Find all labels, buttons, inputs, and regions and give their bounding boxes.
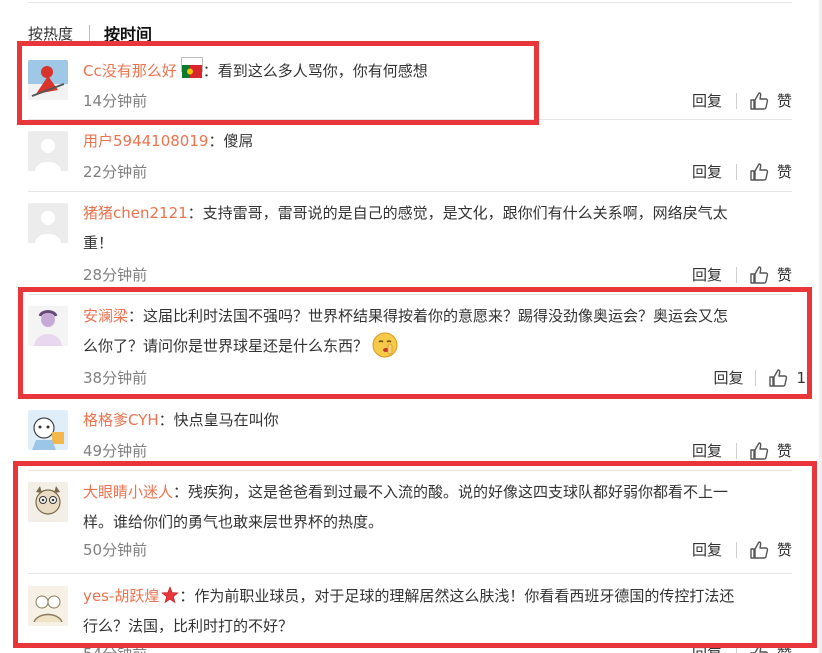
reply-button[interactable]: 回复: [692, 643, 722, 653]
comment-text: 格格爹CYH：快点皇马在叫你: [83, 405, 792, 435]
comment-username[interactable]: 猪猪chen2121: [83, 204, 188, 222]
avatar[interactable]: [28, 60, 68, 100]
thumbs-up-icon[interactable]: [749, 265, 769, 285]
comment-item: 猪猪chen2121：支持雷哥，雷哥说的是自己的感觉，是文化，跟你们有什么关系啊…: [28, 203, 792, 295]
comment-item: 安澜梁：这届比利时法国不强吗？世界杯结果得按着你的意愿来？踢得没劲像奥运会？奥运…: [28, 306, 806, 398]
like-count[interactable]: 1: [796, 369, 806, 387]
avatar[interactable]: [28, 410, 68, 450]
comment-item: Cc没有那么好 ：看到这么多人骂你，你有何感想 14分钟前 回复 赞: [28, 57, 792, 120]
comment-time: 38分钟前: [83, 369, 148, 387]
comment-item: 大眼睛小迷人：残疾狗，这是爸爸看到过最不入流的酸。说的好像这四支球队都好弱你都看…: [28, 482, 792, 574]
comment-divider: [28, 470, 792, 471]
comment-time: 50分钟前: [83, 541, 148, 559]
comment-item: 用户5944108019：傻屌 22分钟前 回复 赞: [28, 131, 792, 192]
comment-time: 28分钟前: [83, 266, 148, 284]
comment-text: 用户5944108019：傻屌: [83, 126, 792, 156]
comment-body: ：快点皇马在叫你: [158, 411, 279, 429]
action-separator: [735, 442, 737, 459]
thumbs-up-icon[interactable]: [749, 540, 769, 560]
comment-username[interactable]: 用户5944108019: [83, 132, 208, 150]
reply-button[interactable]: 回复: [692, 90, 722, 111]
comment-username[interactable]: yes-胡跃煌: [83, 587, 159, 605]
like-button[interactable]: 赞: [777, 161, 792, 182]
comment-time: 49分钟前: [83, 442, 148, 460]
reply-button[interactable]: 回复: [713, 367, 743, 388]
comment-actions: 回复 1: [713, 367, 806, 388]
thumbs-up-icon[interactable]: [749, 441, 769, 461]
comment-body-line2: 行么？法国，比利时打的不好？: [83, 617, 294, 635]
comment-divider: [28, 119, 792, 120]
action-separator: [735, 92, 737, 109]
comment-item: yes-胡跃煌 ：作为前职业球员，对于足球的理解居然这么肤浅！你看看西班牙德国的传…: [28, 586, 792, 653]
comment-body-line2: 样。谁给你们的勇气也敢来层世界杯的热度。: [83, 513, 384, 531]
comment-username[interactable]: 格格爹CYH: [83, 411, 159, 429]
like-button[interactable]: 赞: [777, 440, 792, 461]
comment-divider: [28, 294, 792, 295]
sort-separator: [89, 25, 91, 41]
comment-time: 22分钟前: [83, 163, 148, 181]
comment-body: ：看到这么多人骂你，你有何感想: [202, 62, 428, 80]
comment-actions: 回复 赞: [692, 539, 792, 560]
comment-divider: [28, 573, 792, 574]
thumbs-up-icon[interactable]: [768, 368, 788, 388]
thumbs-up-icon[interactable]: [749, 162, 769, 182]
portugal-flag-icon: [180, 57, 203, 78]
thumbs-up-icon[interactable]: [749, 91, 769, 111]
comment-body: ：支持雷哥，雷哥说的是自己的感觉，是文化，跟你们有什么关系啊，网络戾气太: [187, 204, 728, 222]
comment-username[interactable]: 大眼睛小迷人: [83, 483, 173, 501]
comment-text: 猪猪chen2121：支持雷哥，雷哥说的是自己的感觉，是文化，跟你们有什么关系啊…: [83, 198, 792, 258]
top-divider: [28, 2, 792, 3]
comment-divider: [28, 191, 792, 192]
sort-by-time-tab[interactable]: 按时间: [104, 21, 152, 45]
comment-text: 大眼睛小迷人：残疾狗，这是爸爸看到过最不入流的酸。说的好像这四支球队都好弱你都看…: [83, 477, 792, 537]
action-separator: [735, 541, 737, 558]
avatar[interactable]: [28, 482, 68, 522]
comment-time: 54分钟前: [83, 643, 147, 653]
action-separator: [735, 163, 737, 180]
comment-actions: 回复 赞: [692, 264, 792, 285]
comment-body-line2: 么你了？请问你是世界球星还是什么东西？: [83, 337, 369, 355]
comment-username[interactable]: 安澜梁: [83, 307, 128, 325]
comment-username[interactable]: Cc没有那么好: [83, 62, 177, 80]
avatar[interactable]: [28, 586, 68, 626]
comment-body: ：这届比利时法国不强吗？世界杯结果得按着你的意愿来？踢得没劲像奥运会？奥运会又怎: [128, 307, 729, 325]
thumbs-up-icon[interactable]: [749, 644, 769, 653]
sort-by-hot-tab[interactable]: 按热度: [28, 23, 73, 44]
like-button[interactable]: 赞: [777, 264, 792, 285]
action-separator: [755, 369, 757, 386]
comment-body: ：残疾狗，这是爸爸看到过最不入流的酸。说的好像这四支球队都好弱你都看不上一: [173, 483, 729, 501]
reply-button[interactable]: 回复: [692, 161, 722, 182]
avatar[interactable]: [28, 306, 68, 346]
comment-text: Cc没有那么好 ：看到这么多人骂你，你有何感想: [83, 56, 792, 86]
sort-bar: 按热度 按时间: [28, 21, 152, 45]
avatar[interactable]: [28, 131, 68, 171]
comment-body-line2: 重！: [83, 234, 114, 252]
comment-item: 格格爹CYH：快点皇马在叫你 49分钟前 回复 赞: [28, 410, 792, 471]
like-button[interactable]: 赞: [777, 643, 792, 653]
reply-button[interactable]: 回复: [692, 264, 722, 285]
red-star-icon: [161, 586, 180, 604]
avatar[interactable]: [28, 203, 68, 243]
like-button[interactable]: 赞: [777, 539, 792, 560]
comment-time: 14分钟前: [83, 92, 148, 110]
comment-text: 安澜梁：这届比利时法国不强吗？世界杯结果得按着你的意愿来？踢得没劲像奥运会？奥运…: [83, 301, 792, 361]
comment-text: yes-胡跃煌 ：作为前职业球员，对于足球的理解居然这么肤浅！你看看西班牙德国的传…: [83, 586, 792, 641]
action-separator: [735, 266, 737, 283]
reply-button[interactable]: 回复: [692, 539, 722, 560]
comment-divider: [28, 397, 792, 398]
reply-button[interactable]: 回复: [692, 440, 722, 461]
comment-body: ：傻屌: [208, 132, 254, 150]
shush-emoji-icon: [372, 332, 398, 358]
comment-actions: 回复 赞: [692, 643, 792, 653]
like-button[interactable]: 赞: [777, 90, 792, 111]
comment-actions: 回复 赞: [692, 161, 792, 182]
action-separator: [735, 645, 737, 653]
comment-body: ：作为前职业球员，对于足球的理解居然这么肤浅！你看看西班牙德国的传控打法还: [179, 587, 735, 605]
comment-actions: 回复 赞: [692, 90, 792, 111]
comment-actions: 回复 赞: [692, 440, 792, 461]
